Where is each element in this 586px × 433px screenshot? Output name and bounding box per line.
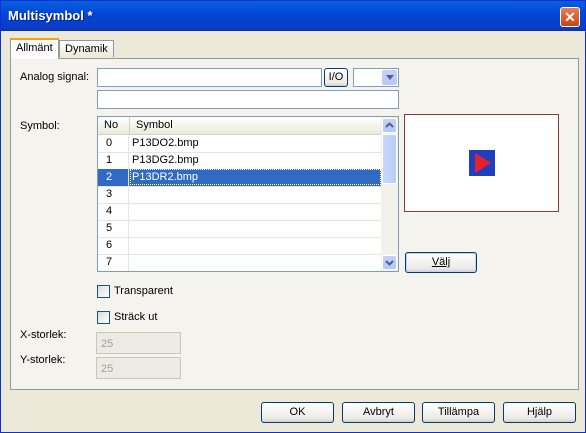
x-size-input[interactable]: 25 — [96, 332, 181, 354]
analog-signal-input[interactable] — [97, 68, 322, 87]
tab-allmant[interactable]: Allmänt — [10, 38, 59, 59]
scroll-down-button[interactable] — [382, 255, 397, 270]
row-no: 0 — [98, 135, 129, 152]
row-no: 7 — [98, 254, 129, 271]
list-row[interactable]: 5 — [98, 220, 381, 238]
row-no: 5 — [98, 220, 129, 237]
close-button[interactable]: ✕ — [560, 7, 580, 27]
analog-signal-second-input[interactable] — [97, 90, 399, 109]
symbol-label: Symbol: — [20, 120, 60, 132]
title-bar[interactable]: Multisymbol * ✕ — [1, 1, 585, 31]
cancel-button[interactable]: Avbryt — [342, 402, 415, 423]
list-scrollbar[interactable] — [381, 117, 398, 271]
analog-signal-label: Analog signal: — [20, 71, 90, 83]
ok-button[interactable]: OK — [261, 402, 334, 423]
choose-button-label: Välj — [431, 256, 451, 268]
symbol-list[interactable]: No Symbol 0 P13DO2.bmp 1 P13DG2.bmp 2 P13DR… — [97, 116, 399, 272]
transparent-label[interactable]: Transparent — [114, 285, 173, 297]
row-no: 6 — [98, 237, 129, 254]
row-no: 3 — [98, 186, 129, 203]
io-button[interactable]: I/O — [324, 68, 348, 87]
y-size-input[interactable]: 25 — [96, 357, 181, 379]
list-row[interactable]: 7 — [98, 254, 381, 271]
list-header: No Symbol — [98, 117, 381, 135]
list-row-selected[interactable]: 2 P13DR2.bmp — [98, 169, 381, 187]
list-row[interactable]: 0 P13DO2.bmp — [98, 135, 381, 153]
chevron-down-icon[interactable] — [382, 70, 397, 85]
row-no: 4 — [98, 203, 129, 220]
row-no: 2 — [98, 169, 129, 186]
transparent-checkbox[interactable] — [97, 285, 110, 298]
window-title: Multisymbol * — [8, 8, 93, 23]
list-row[interactable]: 4 — [98, 203, 381, 221]
close-icon: ✕ — [564, 9, 576, 25]
row-symbol: P13DR2.bmp — [130, 169, 381, 185]
column-header-symbol[interactable]: Symbol — [130, 117, 381, 134]
chevron-down-icon — [385, 260, 394, 266]
stretch-checkbox[interactable] — [97, 311, 110, 324]
column-header-no[interactable]: No — [98, 117, 130, 134]
list-row[interactable]: 3 — [98, 186, 381, 204]
list-row[interactable]: 1 P13DG2.bmp — [98, 152, 381, 170]
y-size-label: Y-storlek: — [20, 354, 66, 366]
x-size-label: X-storlek: — [20, 329, 67, 341]
apply-button[interactable]: Tillämpa — [422, 402, 495, 423]
list-row[interactable]: 6 — [98, 237, 381, 255]
row-no: 1 — [98, 152, 129, 169]
stretch-label[interactable]: Sträck ut — [114, 311, 157, 323]
scroll-up-button[interactable] — [382, 118, 397, 133]
choose-button[interactable]: Välj — [405, 252, 477, 273]
symbol-preview — [404, 114, 559, 212]
tab-dynamik[interactable]: Dynamik — [59, 40, 114, 57]
chevron-up-icon — [385, 122, 394, 128]
row-symbol: P13DG2.bmp — [132, 154, 199, 166]
scroll-thumb[interactable] — [382, 134, 397, 184]
analog-signal-combo[interactable] — [353, 68, 399, 87]
dialog-window: Multisymbol * ✕ Allmänt Dynamik Analog s… — [0, 0, 586, 433]
row-symbol: P13DO2.bmp — [132, 137, 199, 149]
help-button[interactable]: Hjälp — [503, 402, 576, 423]
play-arrow-symbol-icon — [469, 150, 495, 176]
